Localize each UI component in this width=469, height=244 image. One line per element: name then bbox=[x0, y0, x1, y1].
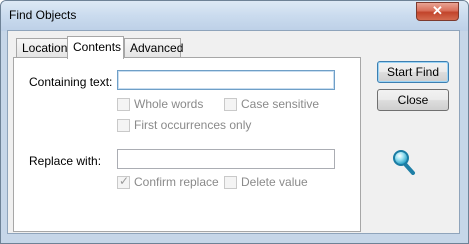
case-sensitive-label: Case sensitive bbox=[241, 97, 320, 111]
window-title: Find Objects bbox=[9, 8, 77, 22]
containing-text-label: Containing text: bbox=[29, 75, 113, 89]
contents-panel: Containing text: Whole words Case sensit… bbox=[13, 57, 361, 232]
containing-text-input[interactable] bbox=[117, 70, 335, 90]
magnifier-icon bbox=[393, 150, 415, 175]
checkbox-box bbox=[224, 98, 237, 111]
start-find-button[interactable]: Start Find bbox=[377, 61, 449, 83]
title-bar: Find Objects ✕ bbox=[1, 1, 468, 31]
checkbox-box: ✓ bbox=[117, 174, 130, 189]
checkbox-box bbox=[117, 98, 130, 111]
close-icon: ✕ bbox=[432, 3, 443, 18]
tab-location-label: Location bbox=[22, 41, 68, 55]
delete-value-label: Delete value bbox=[241, 175, 308, 189]
close-button[interactable]: Close bbox=[377, 89, 449, 111]
first-occurrences-label: First occurrences only bbox=[134, 118, 252, 132]
tab-advanced-label: Advanced bbox=[130, 41, 184, 55]
checkbox-box bbox=[224, 176, 237, 189]
whole-words-label: Whole words bbox=[134, 97, 204, 111]
checkbox-box bbox=[117, 119, 130, 132]
replace-with-input[interactable] bbox=[117, 149, 335, 169]
tab-contents-label: Contents bbox=[73, 40, 122, 54]
window-close-button[interactable]: ✕ bbox=[416, 2, 459, 21]
tab-contents[interactable]: Contents bbox=[67, 36, 124, 59]
tab-advanced[interactable]: Advanced bbox=[124, 38, 184, 58]
confirm-replace-label: Confirm replace bbox=[134, 175, 219, 189]
tab-location[interactable]: Location bbox=[16, 38, 68, 58]
check-icon: ✓ bbox=[119, 174, 130, 188]
replace-with-label: Replace with: bbox=[29, 154, 102, 168]
